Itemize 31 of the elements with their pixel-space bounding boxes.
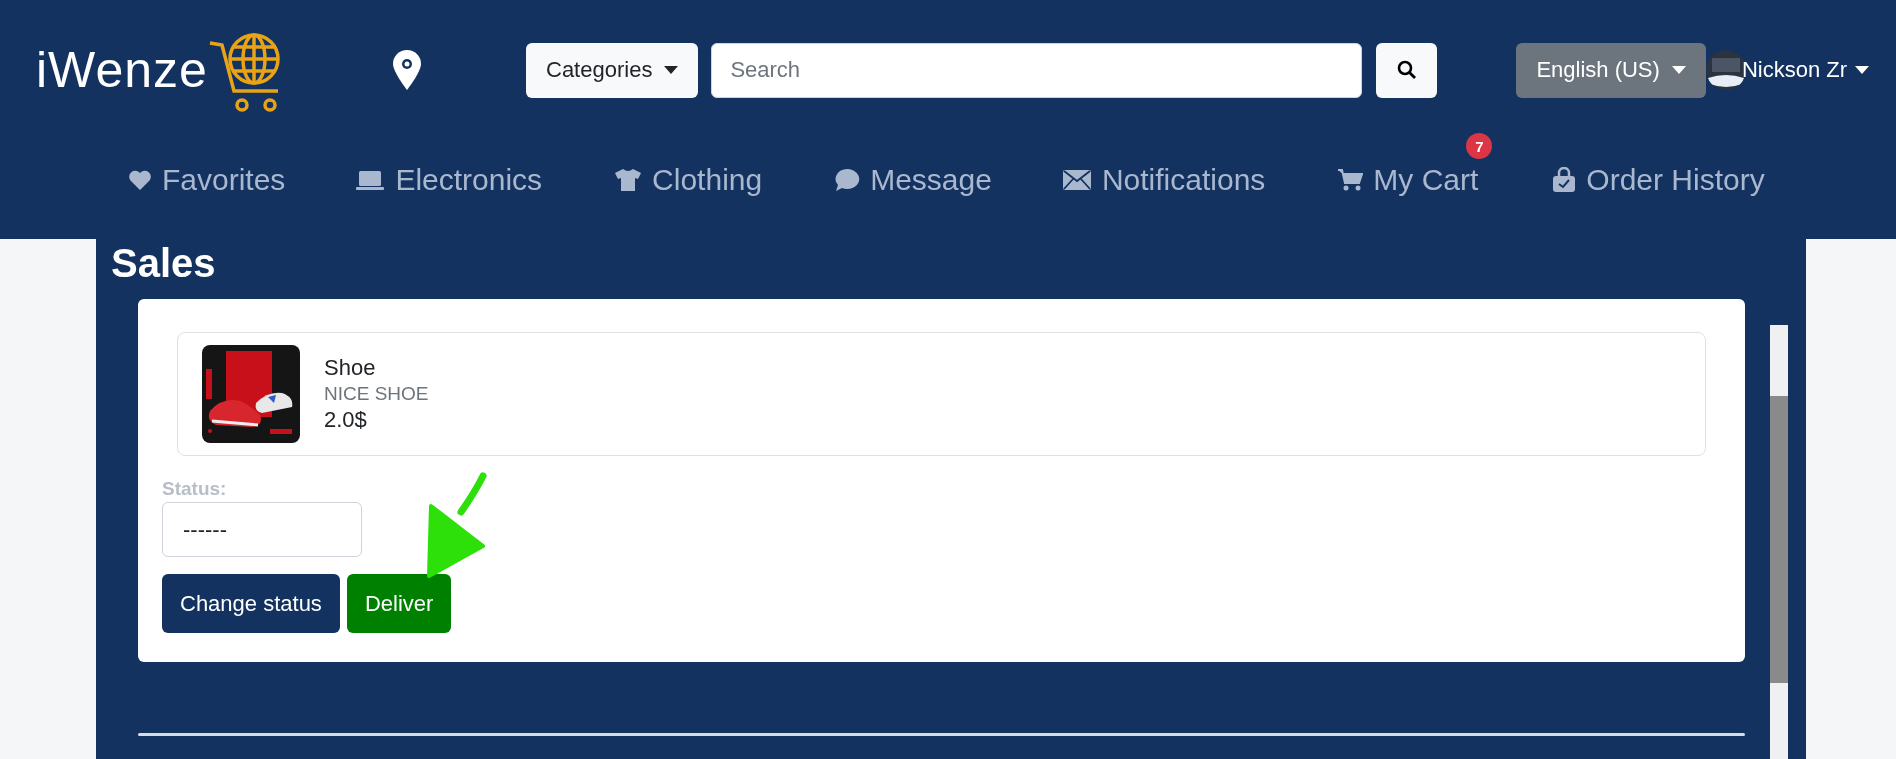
- product-price: 2.0$: [324, 407, 368, 433]
- nav-link[interactable]: Favorites: [128, 163, 286, 197]
- user-menu[interactable]: Nickson Zr: [1735, 56, 1875, 84]
- status-label: Status:: [162, 478, 227, 500]
- shopping-bag-icon: [1552, 167, 1577, 193]
- page-title: Sales: [111, 241, 217, 285]
- search-field[interactable]: Search: [711, 42, 1363, 98]
- nav-link[interactable]: Clothing: [614, 163, 763, 197]
- categories-dropdown[interactable]: Categories: [526, 42, 699, 98]
- count-badge: 7: [1466, 133, 1493, 159]
- cart-icon: [1337, 168, 1364, 192]
- nav-link[interactable]: Message: [834, 163, 992, 197]
- product-description: NICE SHOE: [324, 383, 429, 405]
- laptop-icon: [355, 170, 386, 190]
- search-icon: [1396, 60, 1417, 80]
- envelope-icon: [1061, 169, 1092, 191]
- nav-link[interactable]: Notifications: [1061, 163, 1266, 197]
- status-select[interactable]: ------: [162, 502, 362, 557]
- chat-bubble-icon: [834, 168, 861, 192]
- heart-icon: [128, 169, 152, 191]
- search-button[interactable]: [1376, 42, 1438, 98]
- location-pin-icon[interactable]: [392, 50, 422, 90]
- nav-link[interactable]: Order History: [1552, 163, 1765, 197]
- deliver-button[interactable]: Deliver: [346, 574, 452, 633]
- language-dropdown[interactable]: English (US): [1516, 42, 1706, 98]
- change-status-button[interactable]: Change status: [162, 574, 340, 633]
- logo-text[interactable]: iWenze: [36, 41, 208, 99]
- nav-link[interactable]: Electronics: [355, 163, 543, 197]
- product-name: Shoe: [324, 355, 377, 381]
- shirt-icon: [614, 168, 643, 192]
- scrollbar[interactable]: [1770, 325, 1788, 759]
